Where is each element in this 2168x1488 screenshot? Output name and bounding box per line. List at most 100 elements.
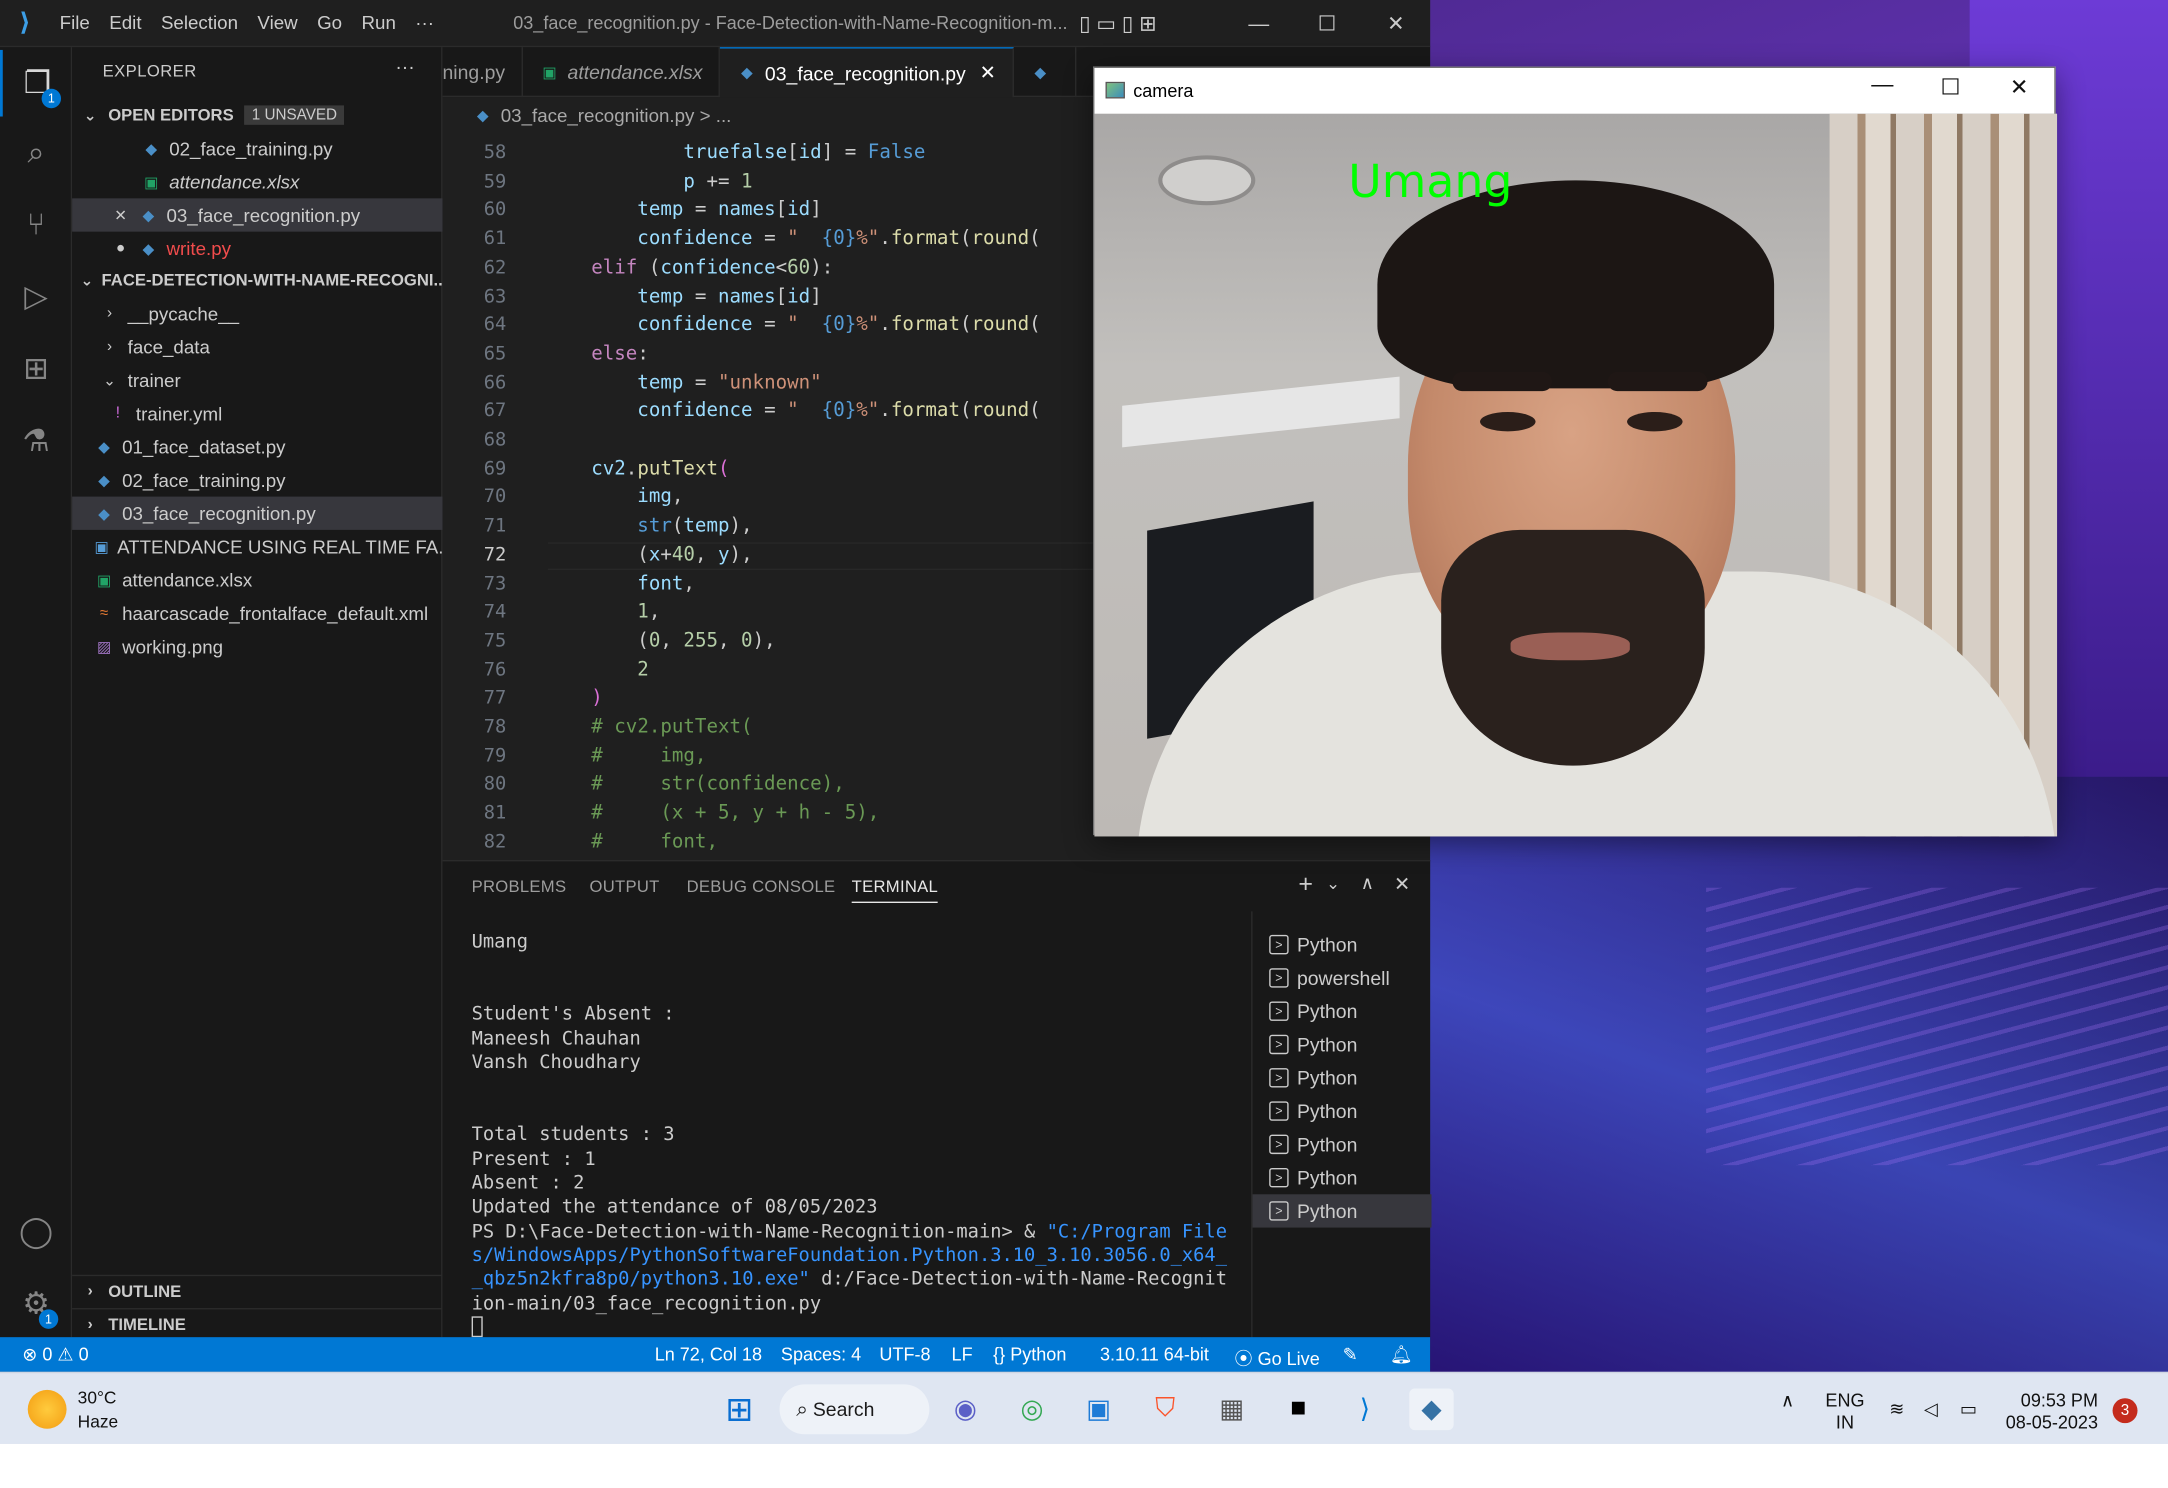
terminal-instance[interactable]: > Python <box>1253 1094 1432 1127</box>
code-line[interactable]: (x+40, y), <box>545 543 752 565</box>
menu-file[interactable]: File <box>50 12 100 33</box>
encoding[interactable]: UTF-8 <box>879 1344 930 1365</box>
tree-item[interactable]: ▣ attendance.xlsx <box>72 563 442 596</box>
battery-icon[interactable]: ▭ <box>1960 1398 1977 1420</box>
language-mode[interactable]: {} Python <box>993 1344 1066 1365</box>
volume-icon[interactable]: ◁ <box>1924 1398 1938 1420</box>
taskbar-search[interactable]: ⌕ Search <box>779 1384 930 1435</box>
open-editor-item[interactable]: ● ◆ write.py <box>72 232 442 265</box>
maximize-icon[interactable]: ☐ <box>1941 74 1961 102</box>
chrome-icon[interactable]: ◎ <box>1010 1388 1054 1430</box>
teams-chat-icon[interactable]: ◉ <box>943 1388 987 1430</box>
code-line[interactable]: ) <box>545 687 603 709</box>
tree-item[interactable]: › face_data <box>72 330 442 363</box>
minimize-icon[interactable]: — <box>1871 74 1893 99</box>
close-editor-icon[interactable]: ✕ <box>111 206 130 224</box>
tab-output[interactable]: OUTPUT <box>590 877 660 896</box>
python-interpreter[interactable]: 3.10.11 64-bit <box>1100 1344 1209 1365</box>
intellij-icon[interactable]: ■ <box>1276 1388 1320 1430</box>
terminal-instance[interactable]: > Python <box>1253 1161 1432 1194</box>
code-line[interactable]: confidence = " {0}%".format(round( <box>545 314 1040 336</box>
vscode-taskbar-icon[interactable]: ⟩ <box>1343 1388 1387 1430</box>
indentation[interactable]: Spaces: 4 <box>781 1344 861 1365</box>
line-ending[interactable]: LF <box>952 1344 973 1365</box>
code-line[interactable]: # font, <box>545 831 718 853</box>
outline-section[interactable]: › OUTLINE <box>72 1274 443 1306</box>
terminal-instance[interactable]: > Python <box>1253 928 1432 961</box>
clock[interactable]: 09:53 PM 08-05-2023 <box>2006 1390 2098 1434</box>
bell-icon[interactable]: 🔔︎ <box>1390 1344 1413 1366</box>
tree-item-selected[interactable]: ◆ 03_face_recognition.py <box>72 496 443 530</box>
code-line[interactable]: # img, <box>545 744 706 766</box>
language-indicator[interactable]: ENG IN <box>1825 1390 1864 1434</box>
menu-view[interactable]: View <box>248 12 308 33</box>
menu-selection[interactable]: Selection <box>151 12 247 33</box>
code-line[interactable]: # cv2.putText( <box>545 716 752 738</box>
open-editor-item-active[interactable]: ✕ ◆ 03_face_recognition.py <box>72 198 443 232</box>
new-terminal-icon[interactable]: + <box>1298 870 1313 899</box>
weather-haze-icon[interactable] <box>27 1389 67 1429</box>
calculator-icon[interactable]: ▦ <box>1210 1388 1254 1430</box>
terminal-instance[interactable]: > Python <box>1253 995 1432 1028</box>
notification-badge[interactable]: 3 <box>2112 1398 2138 1424</box>
tree-item[interactable]: ▣ ATTENDANCE USING REAL TIME FA... <box>72 530 442 563</box>
terminal-instance[interactable]: > Python <box>1253 1128 1432 1161</box>
maximize-panel-icon[interactable]: ∧ <box>1361 872 1374 894</box>
tree-item[interactable]: ◆ 02_face_training.py <box>72 463 442 496</box>
go-live-button[interactable]: ⦿ Go Live <box>1235 1344 1320 1370</box>
explorer-more-icon[interactable]: ··· <box>395 55 414 77</box>
terminal-instance[interactable]: > Python <box>1253 1061 1432 1094</box>
cursor-position[interactable]: Ln 72, Col 18 <box>655 1344 762 1365</box>
close-icon[interactable]: ✕ <box>1387 0 1404 47</box>
code-line[interactable]: 2 <box>545 658 649 680</box>
extensions-icon[interactable]: ⊞ <box>0 336 72 403</box>
close-panel-icon[interactable]: ✕ <box>1394 872 1410 896</box>
folder-section[interactable]: ⌄ FACE-DETECTION-WITH-NAME-RECOGNI... <box>72 265 442 296</box>
start-windows-icon[interactable]: ⊞ <box>717 1388 761 1430</box>
code-line[interactable]: img, <box>545 486 683 508</box>
code-line[interactable]: temp = names[id] <box>545 199 821 221</box>
code-line[interactable]: elif (confidence<60): <box>545 256 833 278</box>
code-line[interactable]: truefalse[id] = False <box>545 141 925 163</box>
code-line[interactable]: font, <box>545 572 695 594</box>
terminal-instance[interactable]: > Python <box>1252 1194 1432 1228</box>
code-line[interactable]: temp = "unknown" <box>545 371 821 393</box>
camera-window[interactable]: camera — ☐ ✕ Umang <box>1093 66 2058 837</box>
breadcrumb-tail[interactable]: > ... <box>700 105 732 126</box>
terminal-instance[interactable]: > powershell <box>1253 961 1432 994</box>
code-line[interactable]: confidence = " {0}%".format(round( <box>545 228 1040 250</box>
terminal-instance[interactable]: > Python <box>1253 1028 1432 1061</box>
tree-item[interactable]: ! trainer.yml <box>72 397 442 430</box>
minimize-icon[interactable]: — <box>1248 0 1269 47</box>
breadcrumb-file[interactable]: 03_face_recognition.py <box>501 105 695 126</box>
menu-more[interactable]: ··· <box>406 12 444 33</box>
run-debug-icon[interactable]: ▷ <box>0 264 72 331</box>
timeline-section[interactable]: › TIMELINE <box>72 1308 443 1339</box>
settings-gear-icon[interactable]: ⚙ 1 <box>0 1271 72 1338</box>
maximize-icon[interactable]: ☐ <box>1318 0 1337 47</box>
close-tab-icon[interactable]: ✕ <box>980 61 996 85</box>
open-editor-item[interactable]: ▣ attendance.xlsx <box>72 165 442 198</box>
tab-attendance[interactable]: ▣ attendance.xlsx <box>523 47 721 98</box>
terminal-output[interactable]: Umang Student's Absent : Maneesh Chauhan Va… <box>471 931 1249 1341</box>
menu-run[interactable]: Run <box>352 12 406 33</box>
code-line[interactable]: 1, <box>545 601 660 623</box>
tree-item[interactable]: ◆ 01_face_dataset.py <box>72 430 442 463</box>
close-icon[interactable]: ✕ <box>2010 74 2029 102</box>
explorer-icon[interactable]: ❐ 1 <box>0 49 72 117</box>
chevron-down-icon[interactable]: ⌄ <box>1326 874 1340 893</box>
tree-item[interactable]: ▨ working.png <box>72 630 442 663</box>
tab-debug-console[interactable]: DEBUG CONSOLE <box>687 877 836 896</box>
tab-more[interactable]: ◆ <box>1014 47 1077 98</box>
code-line[interactable]: temp = names[id] <box>545 285 821 307</box>
search-icon[interactable]: ⌕ <box>0 119 72 186</box>
feedback-icon[interactable]: ✎ <box>1343 1344 1358 1366</box>
menu-edit[interactable]: Edit <box>100 12 152 33</box>
source-control-icon[interactable]: ⑂ <box>0 191 72 258</box>
tab-problems[interactable]: PROBLEMS <box>472 877 567 896</box>
code-line[interactable]: (0, 255, 0), <box>545 630 775 652</box>
code-line[interactable]: str(temp), <box>545 515 752 537</box>
python-taskbar-icon[interactable]: ◆ <box>1409 1388 1454 1431</box>
code-line[interactable]: confidence = " {0}%".format(round( <box>545 400 1040 422</box>
code-line[interactable]: else: <box>545 342 649 364</box>
